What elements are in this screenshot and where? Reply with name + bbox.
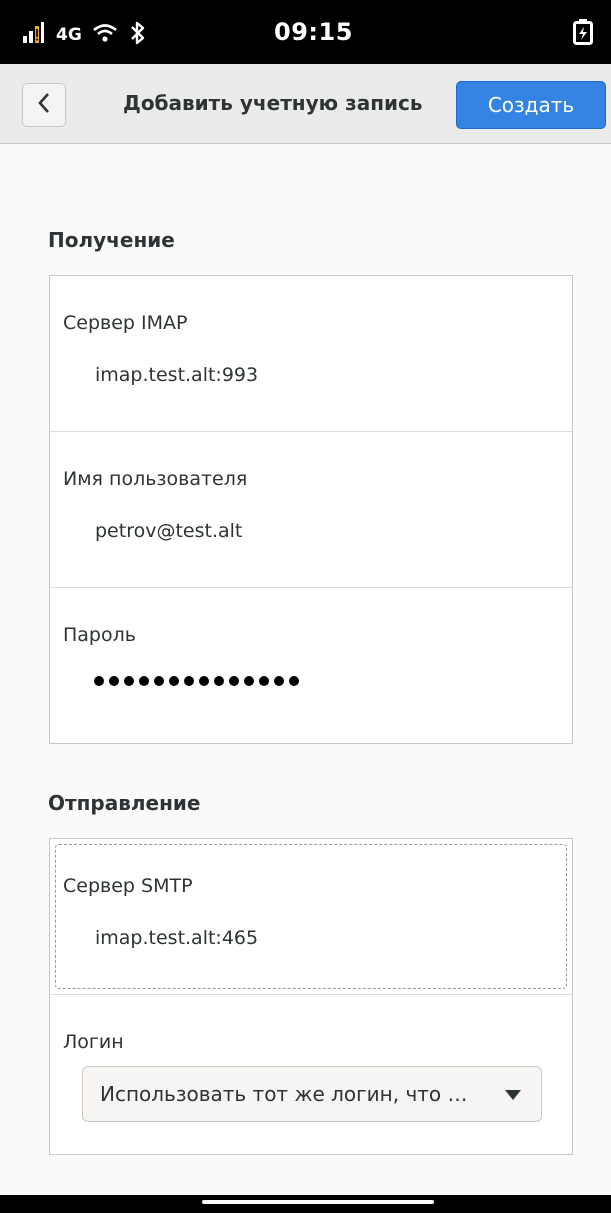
login-row: Логин Использовать тот же логин, что … bbox=[50, 995, 572, 1154]
page-title: Добавить учетную запись bbox=[123, 91, 423, 115]
login-dropdown[interactable]: Использовать тот же логин, что … bbox=[82, 1066, 542, 1122]
password-dot bbox=[139, 676, 149, 686]
wifi-icon bbox=[92, 22, 118, 48]
imap-server-field[interactable]: imap.test.alt:993 bbox=[95, 364, 258, 386]
password-dot bbox=[214, 676, 224, 686]
dropdown-arrow-icon bbox=[505, 1090, 521, 1100]
back-button[interactable] bbox=[22, 83, 66, 127]
smtp-server-field[interactable]: imap.test.alt:465 bbox=[95, 927, 258, 949]
imap-server-label: Сервер IMAP bbox=[63, 312, 188, 334]
password-dot bbox=[289, 676, 299, 686]
status-bar: 4G 09:15 bbox=[0, 0, 611, 64]
clock: 09:15 bbox=[274, 18, 353, 46]
password-dot bbox=[169, 676, 179, 686]
password-dot bbox=[154, 676, 164, 686]
header-bar: Добавить учетную запись Создать bbox=[0, 64, 611, 144]
navigation-bar bbox=[0, 1195, 611, 1213]
imap-server-row[interactable]: Сервер IMAP imap.test.alt:993 bbox=[50, 276, 572, 432]
bluetooth-icon bbox=[128, 20, 148, 50]
smtp-server-row[interactable]: Сервер SMTP imap.test.alt:465 bbox=[50, 839, 572, 995]
smtp-server-label: Сервер SMTP bbox=[63, 875, 193, 897]
password-dot bbox=[124, 676, 134, 686]
login-label: Логин bbox=[63, 1031, 124, 1053]
username-field[interactable]: petrov@test.alt bbox=[95, 520, 242, 542]
password-dot bbox=[244, 676, 254, 686]
username-row[interactable]: Имя пользователя petrov@test.alt bbox=[50, 432, 572, 588]
password-dot bbox=[94, 676, 104, 686]
password-dot bbox=[229, 676, 239, 686]
password-dot bbox=[184, 676, 194, 686]
password-dot bbox=[109, 676, 119, 686]
receiving-section-title: Получение bbox=[48, 228, 175, 252]
password-label: Пароль bbox=[63, 624, 136, 646]
login-dropdown-value: Использовать тот же логин, что … bbox=[100, 1082, 468, 1106]
signal-icon bbox=[22, 21, 46, 49]
sending-card: Сервер SMTP imap.test.alt:465 Логин Испо… bbox=[49, 838, 573, 1155]
password-field[interactable] bbox=[94, 676, 299, 686]
battery-charging-icon bbox=[572, 18, 594, 50]
password-dot bbox=[199, 676, 209, 686]
password-row[interactable]: Пароль bbox=[50, 588, 572, 743]
network-type: 4G bbox=[56, 25, 82, 45]
password-dot bbox=[274, 676, 284, 686]
password-dot bbox=[259, 676, 269, 686]
home-indicator[interactable] bbox=[202, 1200, 434, 1204]
focus-ring bbox=[55, 844, 567, 989]
sending-section-title: Отправление bbox=[48, 791, 201, 815]
username-label: Имя пользователя bbox=[63, 468, 248, 490]
chevron-left-icon bbox=[37, 92, 51, 118]
receiving-card: Сервер IMAP imap.test.alt:993 Имя пользо… bbox=[49, 275, 573, 744]
create-button[interactable]: Создать bbox=[456, 81, 606, 129]
